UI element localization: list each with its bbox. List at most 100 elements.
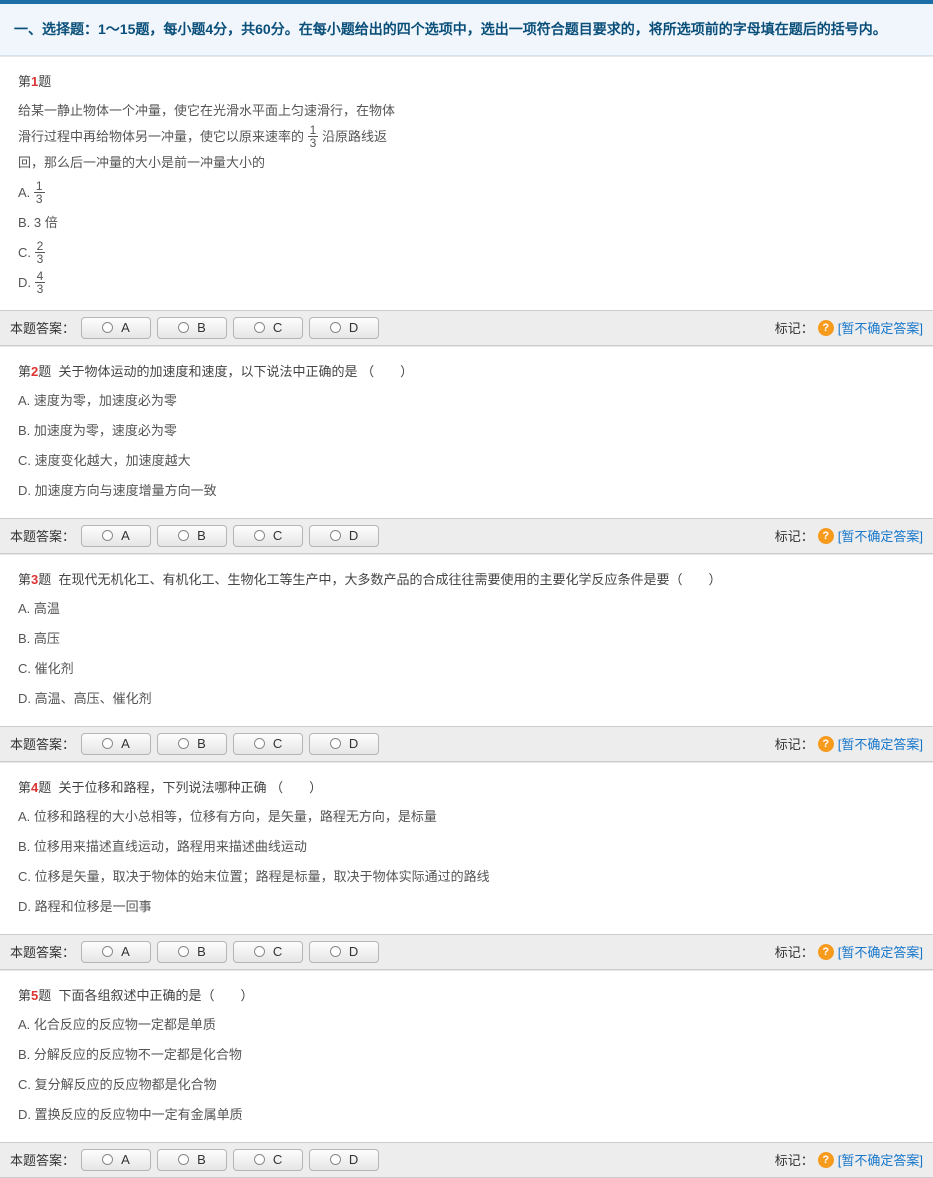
question-title: 第5题 下面各组叙述中正确的是（ ） xyxy=(18,985,915,1004)
question-body: A. 速度为零，加速度必为零 B. 加速度为零，速度必为零 C. 速度变化越大，… xyxy=(18,388,915,504)
unsure-link[interactable]: [暂不确定答案] xyxy=(838,318,923,337)
answer-button-a[interactable]: A xyxy=(81,733,151,755)
radio-icon xyxy=(178,530,189,541)
stem-text: 下面各组叙述中正确的是（ ） xyxy=(59,988,254,1003)
answer-button-c[interactable]: C xyxy=(233,317,303,339)
answer-button-c[interactable]: C xyxy=(233,941,303,963)
answer-button-b[interactable]: B xyxy=(157,733,227,755)
option-c: C. 催化剂 xyxy=(18,656,915,682)
question-5: 第5题 下面各组叙述中正确的是（ ） A. 化合反应的反应物一定都是单质 B. … xyxy=(0,970,933,1142)
question-body: A. 化合反应的反应物一定都是单质 B. 分解反应的反应物不一定都是化合物 C.… xyxy=(18,1012,915,1128)
radio-icon xyxy=(178,1154,189,1165)
answer-bar: 本题答案： A B C D 标记： ? [暂不确定答案] xyxy=(0,310,933,346)
answer-button-a[interactable]: A xyxy=(81,1149,151,1171)
unsure-link[interactable]: [暂不确定答案] xyxy=(838,942,923,961)
help-icon[interactable]: ? xyxy=(818,736,834,752)
stem-line: 回，那么后一冲量的大小是前一冲量大小的 xyxy=(18,150,915,176)
q-suffix: 题 xyxy=(38,780,51,795)
stem-text: 在现代无机化工、有机化工、生物化工等生产中，大多数产品的合成往往需要使用的主要化… xyxy=(59,572,722,587)
question-1: 第1题 给某一静止物体一个冲量，使它在光滑水平面上匀速滑行，在物体 滑行过程中再… xyxy=(0,56,933,310)
q-suffix: 题 xyxy=(38,988,51,1003)
help-icon[interactable]: ? xyxy=(818,320,834,336)
answer-button-b[interactable]: B xyxy=(157,525,227,547)
help-icon[interactable]: ? xyxy=(818,528,834,544)
option-a: A. 高温 xyxy=(18,596,915,622)
unsure-link[interactable]: [暂不确定答案] xyxy=(838,526,923,545)
radio-icon xyxy=(254,946,265,957)
stem-text: 沿原路线返 xyxy=(322,129,387,144)
radio-icon xyxy=(330,1154,341,1165)
answer-button-d[interactable]: D xyxy=(309,733,379,755)
q-prefix: 第 xyxy=(18,988,31,1003)
option-a: A. 化合反应的反应物一定都是单质 xyxy=(18,1012,915,1038)
section-instructions: 一、选择题：1～15题，每小题4分，共60分。在每小题给出的四个选项中，选出一项… xyxy=(0,4,933,56)
answer-button-b[interactable]: B xyxy=(157,941,227,963)
radio-icon xyxy=(102,530,113,541)
fraction-icon: 43 xyxy=(35,270,46,295)
option-d: D. 加速度方向与速度增量方向一致 xyxy=(18,478,915,504)
answer-label: 本题答案： xyxy=(10,526,75,545)
question-body: A. 位移和路程的大小总相等，位移有方向，是矢量，路程无方向，是标量 B. 位移… xyxy=(18,804,915,920)
radio-icon xyxy=(254,322,265,333)
q-prefix: 第 xyxy=(18,572,31,587)
option-a: A. 速度为零，加速度必为零 xyxy=(18,388,915,414)
question-title: 第1题 xyxy=(18,71,915,90)
question-body: 给某一静止物体一个冲量，使它在光滑水平面上匀速滑行，在物体 滑行过程中再给物体另… xyxy=(18,98,915,296)
question-4: 第4题 关于位移和路程，下列说法哪种正确 （ ） A. 位移和路程的大小总相等，… xyxy=(0,762,933,934)
answer-label: 本题答案： xyxy=(10,318,75,337)
question-title: 第2题 关于物体运动的加速度和速度，以下说法中正确的是 （ ） xyxy=(18,361,915,380)
help-icon[interactable]: ? xyxy=(818,944,834,960)
mark-label: 标记： xyxy=(775,734,814,753)
answer-button-c[interactable]: C xyxy=(233,733,303,755)
question-2: 第2题 关于物体运动的加速度和速度，以下说法中正确的是 （ ） A. 速度为零，… xyxy=(0,346,933,518)
option-b: B. 位移用来描述直线运动，路程用来描述曲线运动 xyxy=(18,834,915,860)
answer-button-c[interactable]: C xyxy=(233,1149,303,1171)
help-icon[interactable]: ? xyxy=(818,1152,834,1168)
question-body: A. 高温 B. 高压 C. 催化剂 D. 高温、高压、催化剂 xyxy=(18,596,915,712)
radio-icon xyxy=(102,1154,113,1165)
q-prefix: 第 xyxy=(18,780,31,795)
answer-button-a[interactable]: A xyxy=(81,317,151,339)
answer-label: 本题答案： xyxy=(10,734,75,753)
option-d: D. 路程和位移是一回事 xyxy=(18,894,915,920)
q-prefix: 第 xyxy=(18,364,31,379)
q-suffix: 题 xyxy=(38,364,51,379)
answer-label: 本题答案： xyxy=(10,1150,75,1169)
option-c: C. 23 xyxy=(18,240,915,266)
question-3: 第3题 在现代无机化工、有机化工、生物化工等生产中，大多数产品的合成往往需要使用… xyxy=(0,554,933,726)
mark-label: 标记： xyxy=(775,526,814,545)
radio-icon xyxy=(102,738,113,749)
mark-label: 标记： xyxy=(775,318,814,337)
option-a: A. 位移和路程的大小总相等，位移有方向，是矢量，路程无方向，是标量 xyxy=(18,804,915,830)
option-c: C. 速度变化越大，加速度越大 xyxy=(18,448,915,474)
answer-button-c[interactable]: C xyxy=(233,525,303,547)
option-b: B. 3 倍 xyxy=(18,210,915,236)
radio-icon xyxy=(102,322,113,333)
option-a: A. 13 xyxy=(18,180,915,206)
answer-bar: 本题答案： A B C D 标记： ? [暂不确定答案] xyxy=(0,518,933,554)
q-suffix: 题 xyxy=(38,74,51,89)
unsure-link[interactable]: [暂不确定答案] xyxy=(838,734,923,753)
answer-button-d[interactable]: D xyxy=(309,1149,379,1171)
answer-button-d[interactable]: D xyxy=(309,941,379,963)
radio-icon xyxy=(178,946,189,957)
answer-bar: 本题答案： A B C D 标记： ? [暂不确定答案] xyxy=(0,1142,933,1178)
answer-button-b[interactable]: B xyxy=(157,317,227,339)
stem-text: 关于位移和路程，下列说法哪种正确 （ ） xyxy=(59,780,323,795)
option-b: B. 加速度为零，速度必为零 xyxy=(18,418,915,444)
answer-button-d[interactable]: D xyxy=(309,525,379,547)
answer-button-d[interactable]: D xyxy=(309,317,379,339)
radio-icon xyxy=(254,1154,265,1165)
answer-button-a[interactable]: A xyxy=(81,525,151,547)
radio-icon xyxy=(178,322,189,333)
answer-bar: 本题答案： A B C D 标记： ? [暂不确定答案] xyxy=(0,726,933,762)
option-d: D. 置换反应的反应物中一定有金属单质 xyxy=(18,1102,915,1128)
unsure-link[interactable]: [暂不确定答案] xyxy=(838,1150,923,1169)
q-suffix: 题 xyxy=(38,572,51,587)
option-d: D. 高温、高压、催化剂 xyxy=(18,686,915,712)
radio-icon xyxy=(330,530,341,541)
radio-icon xyxy=(178,738,189,749)
fraction-icon: 13 xyxy=(34,180,45,205)
answer-button-b[interactable]: B xyxy=(157,1149,227,1171)
answer-button-a[interactable]: A xyxy=(81,941,151,963)
